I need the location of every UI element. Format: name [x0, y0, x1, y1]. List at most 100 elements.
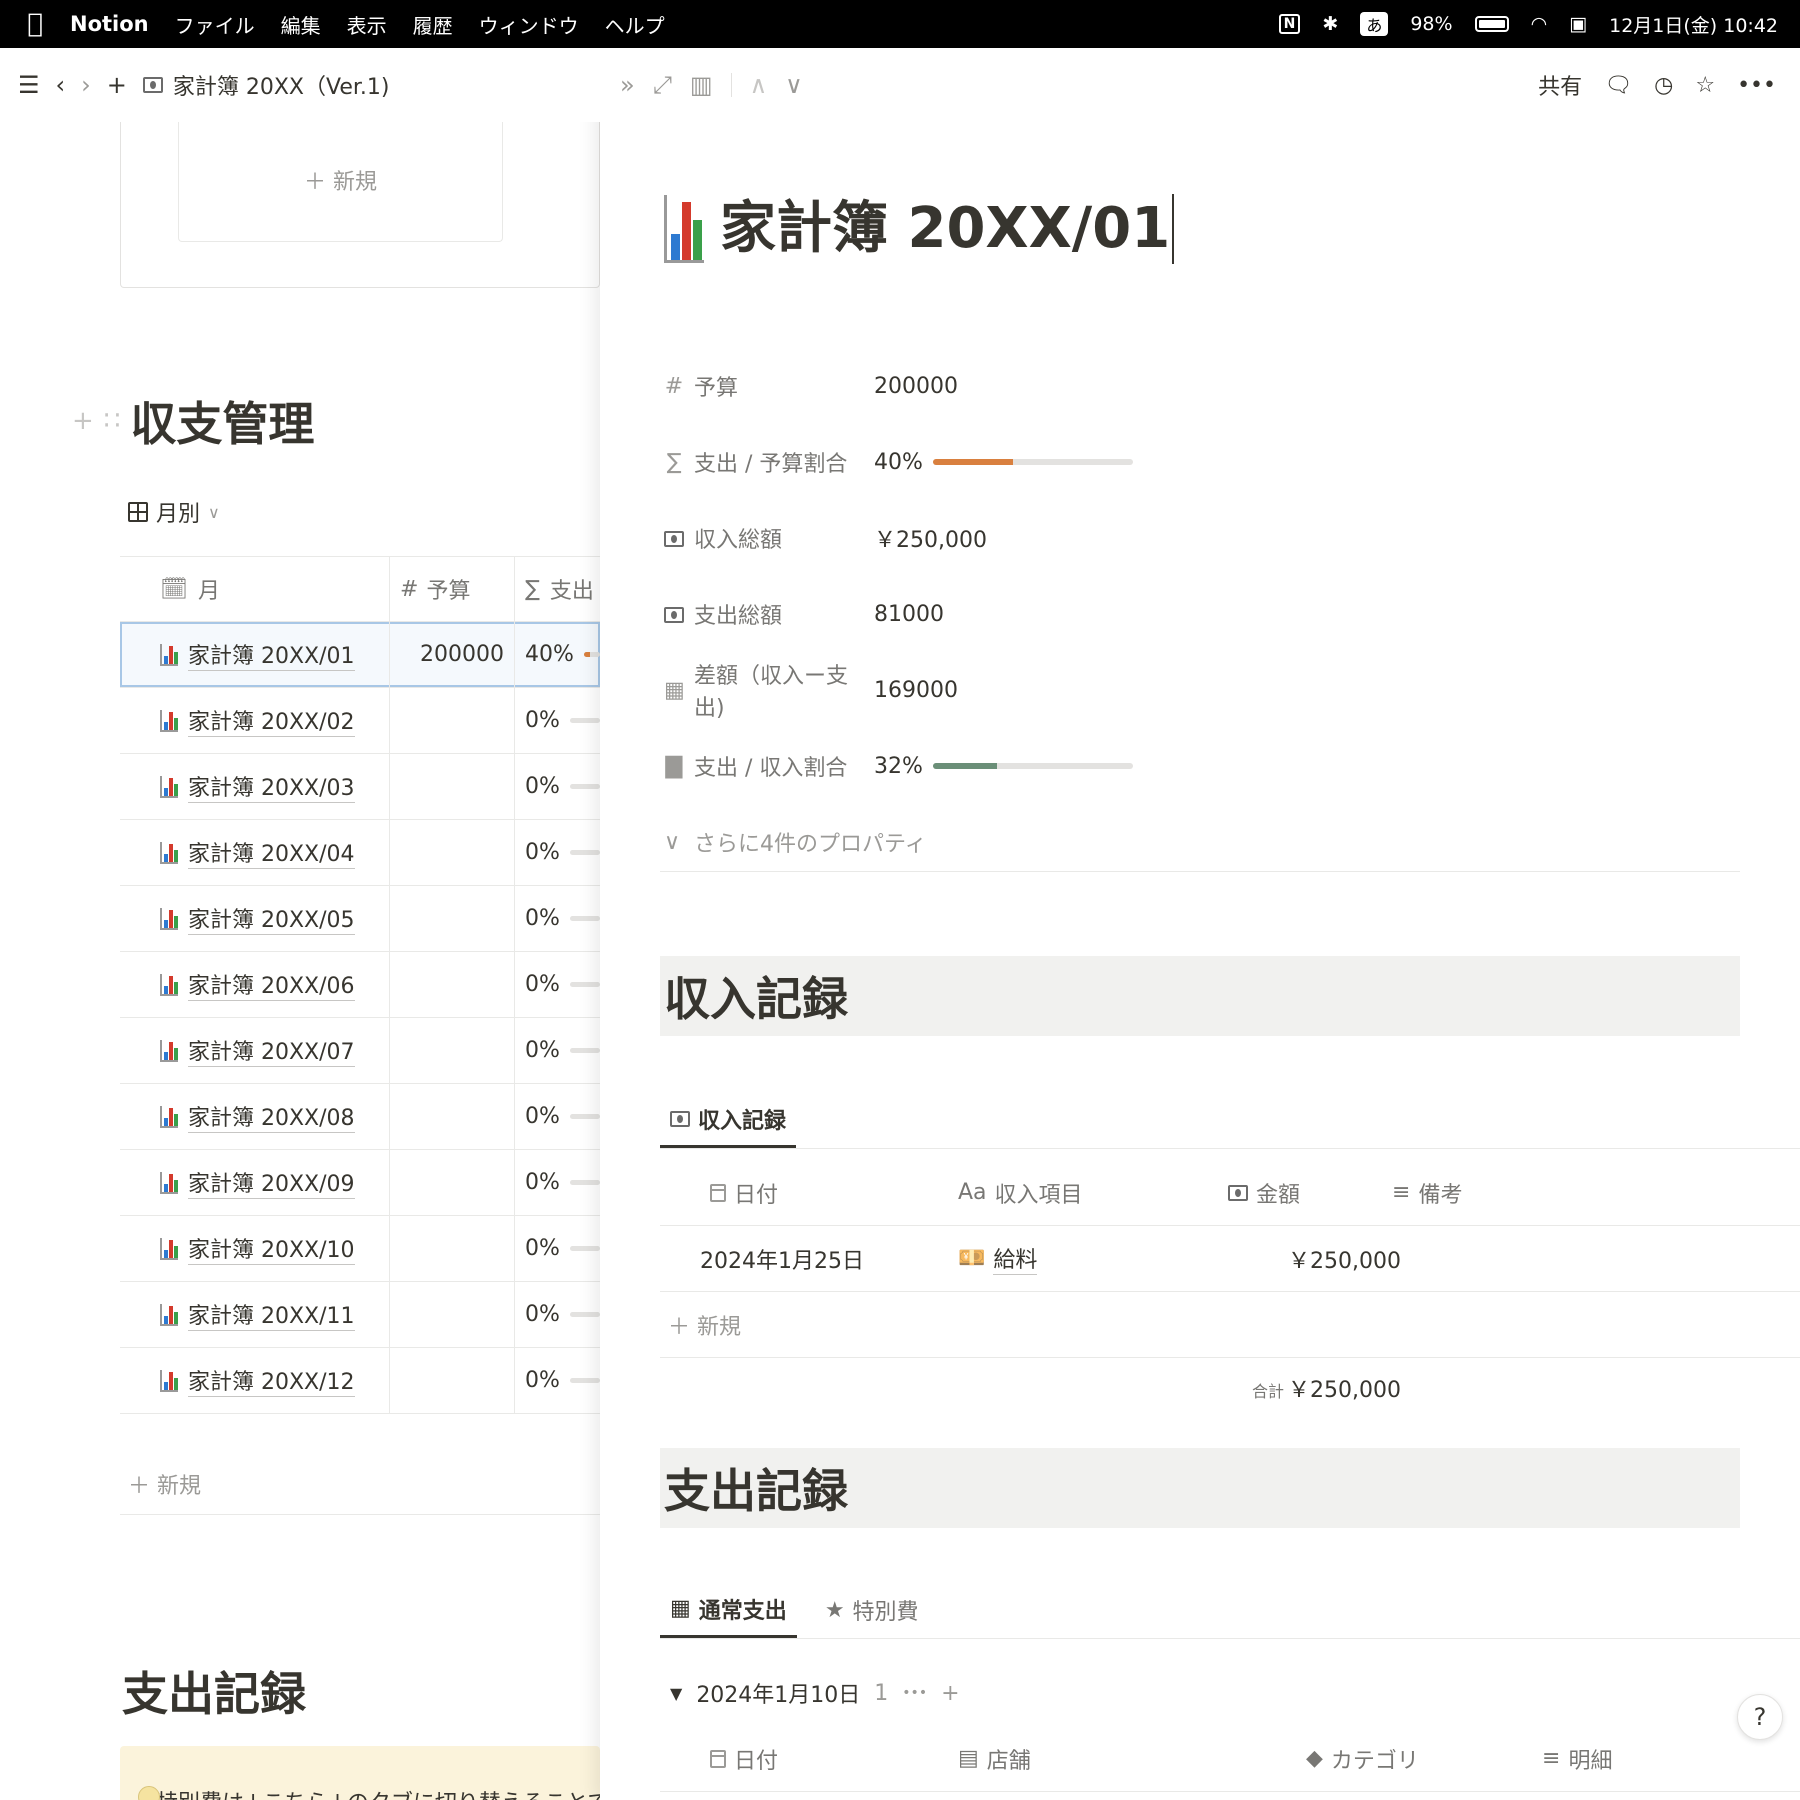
column-amount[interactable]: 金額 [1228, 1177, 1300, 1209]
column-item[interactable]: Aa 収入項目 [958, 1177, 1083, 1209]
add-block-icon[interactable]: + [72, 406, 94, 436]
column-note[interactable]: ≡ 備考 [1392, 1177, 1462, 1209]
apple-icon[interactable]:  [0, 9, 70, 39]
income-view-tabs: 収入記録 [660, 1092, 1800, 1149]
cell-month[interactable]: 家計簿 20XX/06 [120, 952, 390, 1017]
group-header[interactable]: ▼ 2024年1月10日 1 ••• + [660, 1660, 1800, 1726]
cell-month[interactable]: 家計簿 20XX/12 [120, 1348, 390, 1413]
table-row[interactable]: 家計簿 20XX/06 0% [120, 952, 600, 1018]
more-options-icon[interactable]: ••• [1737, 73, 1776, 98]
column-ratio[interactable]: ∑ 支出 / [515, 557, 600, 621]
breadcrumb[interactable]: 家計簿 20XX（Ver.1) [142, 69, 389, 101]
table-row[interactable]: 家計簿 20XX/10 0% [120, 1216, 600, 1282]
cell-amount: ￥250,000 [1288, 1248, 1401, 1274]
tab-regular-expense[interactable]: ▦ 通常支出 [660, 1582, 797, 1638]
share-button[interactable]: 共有 [1538, 69, 1582, 101]
input-method-indicator[interactable]: あ [1360, 12, 1389, 36]
main-page: ☰ ‹ › + 家計簿 20XX（Ver.1) ＋ 新規 + ∷ 収支管理 月別… [0, 48, 600, 1800]
expand-icon[interactable]: ⤢ [653, 71, 672, 99]
table-row[interactable]: 家計簿 20XX/02 0% [120, 688, 600, 754]
view-tab-monthly[interactable]: 月別 ∨ [128, 496, 220, 528]
table-row[interactable]: 家計簿 20XX/09 0% [120, 1150, 600, 1216]
column-shop[interactable]: ▤ 店舗 [958, 1743, 1031, 1775]
menu-history[interactable]: 履歴 [413, 10, 453, 39]
cell-month[interactable]: 家計簿 20XX/11 [120, 1282, 390, 1347]
cell-month[interactable]: 家計簿 20XX/05 [120, 886, 390, 951]
forward-icon[interactable]: › [81, 71, 91, 99]
tab-income-records[interactable]: 収入記録 [660, 1092, 797, 1148]
menu-app-name[interactable]: Notion [70, 12, 149, 36]
prop-expense-income-ratio[interactable]: ▇ 支出 / 収入割合 32% [664, 728, 1664, 804]
column-category[interactable]: ◆ カテゴリ [1306, 1743, 1419, 1775]
battery-percent: 98% [1410, 13, 1453, 35]
control-center-icon[interactable]: ▣ [1569, 13, 1587, 35]
cell-ratio: 0% [515, 1282, 600, 1347]
prev-page-icon[interactable]: ∧ [750, 71, 768, 99]
drag-handle-icon[interactable]: ∷ [104, 406, 121, 436]
sidebar-toggle-icon[interactable]: ☰ [18, 71, 40, 99]
cell-budget [390, 1282, 515, 1347]
cell-month[interactable]: 家計簿 20XX/07 [120, 1018, 390, 1083]
prop-difference[interactable]: ▦ 差額（収入ー支出) 169000 [664, 652, 1664, 728]
prop-expense-budget-ratio[interactable]: ∑ 支出 / 予算割合 40% [664, 424, 1664, 500]
new-page-icon[interactable]: + [107, 71, 127, 99]
column-month[interactable]: 🗓 月 [120, 557, 390, 621]
history-icon[interactable]: ◷ [1654, 73, 1673, 98]
column-detail[interactable]: ≡ 明細 [1542, 1743, 1612, 1775]
table-row[interactable]: 家計簿 20XX/07 0% [120, 1018, 600, 1084]
back-icon[interactable]: ‹ [56, 71, 66, 99]
cell-month[interactable]: 家計簿 20XX/02 [120, 688, 390, 753]
table-row[interactable]: 家計簿 20XX/03 0% [120, 754, 600, 820]
column-date[interactable]: 日付 [710, 1177, 778, 1209]
comment-icon[interactable]: 🗨 [1604, 73, 1632, 98]
next-page-icon[interactable]: ∨ [785, 71, 803, 99]
cell-month[interactable]: 家計簿 20XX/01 [120, 622, 390, 687]
table-row[interactable]: 家計簿 20XX/11 0% [120, 1282, 600, 1348]
table-row[interactable]: 家計簿 20XX/04 0% [120, 820, 600, 886]
sum-row: 合計 ￥250,000 [660, 1358, 1800, 1424]
cell-budget [390, 1216, 515, 1281]
more-options-icon[interactable]: ••• [902, 1685, 927, 1701]
group-toggle[interactable]: ▼ 2024年1月10日 1 ••• + [670, 1677, 960, 1709]
column-date[interactable]: 日付 [710, 1743, 778, 1775]
cell-item[interactable]: 💴 給料 [958, 1242, 1038, 1275]
table-row[interactable]: 家計簿 20XX/12 0% [120, 1348, 600, 1414]
cell-month[interactable]: 家計簿 20XX/03 [120, 754, 390, 819]
menu-edit[interactable]: 編集 [281, 10, 321, 39]
prop-budget[interactable]: # 予算 200000 [664, 348, 1664, 424]
more-properties-toggle[interactable]: ∨ さらに4件のプロパティ [664, 804, 1664, 880]
column-budget[interactable]: # 予算 [390, 557, 515, 621]
cell-month[interactable]: 家計簿 20XX/04 [120, 820, 390, 885]
board-new-button[interactable]: ＋ 新規 [178, 118, 503, 242]
table-row[interactable]: 家計簿 20XX/01 200000 40% [120, 622, 600, 688]
bluetooth-icon[interactable]: ✱ [1322, 13, 1338, 35]
menu-help[interactable]: ヘルプ [605, 10, 665, 39]
table-row[interactable]: 2024年1月25日 💴 給料 ￥250,000 [660, 1226, 1800, 1292]
favorite-star-icon[interactable]: ☆ [1695, 73, 1715, 98]
menu-view[interactable]: 表示 [347, 10, 387, 39]
help-button[interactable]: ? [1737, 1694, 1783, 1740]
wifi-icon[interactable]: ◠ [1531, 13, 1548, 35]
table-row[interactable]: 家計簿 20XX/08 0% [120, 1084, 600, 1150]
cell-month[interactable]: 家計簿 20XX/08 [120, 1084, 390, 1149]
prop-income-total[interactable]: 収入総額 ￥250,000 [664, 500, 1664, 576]
close-peek-icon[interactable]: » [620, 71, 635, 99]
bar-chart-icon[interactable] [664, 195, 704, 263]
page-title-text[interactable]: 家計簿 20XX/01 [720, 194, 1175, 264]
menu-window[interactable]: ウィンドウ [479, 10, 579, 39]
calculator-icon: ▦ [670, 1596, 691, 1621]
battery-icon[interactable] [1474, 16, 1509, 32]
notion-status-icon[interactable]: N [1278, 14, 1301, 34]
menu-file[interactable]: ファイル [175, 10, 255, 39]
tab-special-expense[interactable]: ★ 特別費 [815, 1582, 929, 1638]
group-count: 1 [874, 1680, 889, 1706]
prop-expense-total[interactable]: 支出総額 81000 [664, 576, 1664, 652]
add-row-button[interactable]: ＋ 新規 [128, 1468, 201, 1500]
clock[interactable]: 12月1日(金) 10:42 [1609, 11, 1778, 38]
table-row[interactable]: 家計簿 20XX/05 0% [120, 886, 600, 952]
add-icon[interactable]: + [941, 1681, 959, 1706]
cell-month[interactable]: 家計簿 20XX/10 [120, 1216, 390, 1281]
peek-mode-icon[interactable]: ▥ [690, 71, 713, 99]
cell-month[interactable]: 家計簿 20XX/09 [120, 1150, 390, 1215]
add-row-button[interactable]: ＋ 新規 [660, 1292, 1800, 1358]
